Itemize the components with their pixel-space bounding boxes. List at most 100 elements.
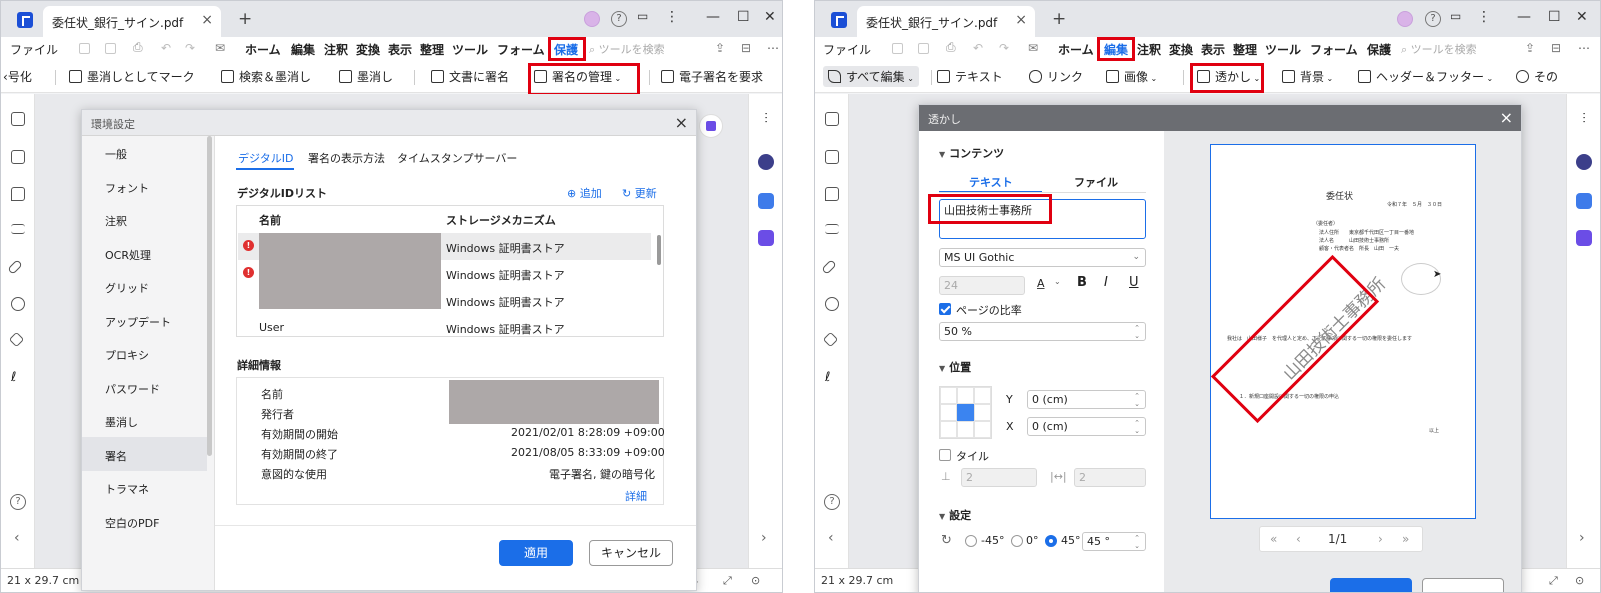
bold-icon[interactable]: B — [1077, 275, 1087, 290]
angle-input[interactable]: 45 ° ⌃ ⌄ — [1082, 532, 1146, 551]
nav-update[interactable]: アップデート — [105, 314, 171, 330]
nav-redaction[interactable]: 墨消し — [105, 414, 138, 430]
tile-checkbox[interactable] — [939, 449, 951, 461]
position-cell[interactable] — [957, 387, 974, 404]
menu-comment[interactable]: 注釈 — [324, 41, 348, 58]
redo-icon[interactable]: ↷ — [185, 41, 195, 55]
nav-annotation[interactable]: 注釈 — [105, 213, 127, 229]
search-icon[interactable] — [825, 297, 839, 311]
translate-icon[interactable] — [758, 193, 774, 209]
avatar[interactable] — [1397, 11, 1413, 27]
menu-edit[interactable]: 編集 — [1104, 41, 1128, 58]
stepper-icon[interactable]: ⌃ ⌄ — [1134, 392, 1140, 408]
close-tab-icon[interactable]: × — [1015, 12, 1027, 28]
position-cell[interactable] — [940, 421, 957, 438]
italic-icon[interactable]: I — [1104, 275, 1108, 290]
angle-radio-minus45[interactable] — [965, 535, 977, 547]
print-icon[interactable]: ⎙ — [946, 40, 956, 55]
position-cell-selected[interactable] — [957, 404, 974, 421]
page-ratio-input[interactable]: 50 % ⌃ ⌄ — [939, 322, 1146, 341]
comment-icon[interactable] — [11, 187, 25, 201]
table-row[interactable]: Windows 証明書ストア — [446, 267, 565, 283]
stepper-icon[interactable]: ⌃ ⌄ — [1134, 419, 1140, 435]
help-icon[interactable]: ? — [1425, 11, 1441, 27]
tool-watermark[interactable]: 透かし ⌄ — [1197, 68, 1260, 85]
bookmark-icon[interactable] — [825, 150, 839, 164]
tab-signature-appearance[interactable]: 署名の表示方法 — [308, 150, 385, 166]
tool-edit-all[interactable]: すべて編集 ⌄ — [823, 66, 919, 87]
fit-page-icon[interactable]: ⤢ — [1549, 574, 1558, 588]
expand-right-icon[interactable]: › — [1579, 530, 1585, 546]
feedback-icon[interactable]: ▭ — [1450, 9, 1461, 23]
tool-link[interactable]: リンク — [1029, 68, 1083, 85]
expand-icon[interactable]: ⊟ — [1551, 41, 1561, 55]
signature-icon[interactable]: ℓ — [11, 370, 25, 385]
menu-view[interactable]: 表示 — [388, 41, 412, 58]
new-tab-icon[interactable]: + — [1052, 9, 1066, 29]
watermark-text-input[interactable]: 山田技術士事務所 — [939, 199, 1146, 239]
tab-digital-id[interactable]: デジタルID — [238, 150, 294, 166]
new-icon[interactable] — [892, 43, 903, 54]
font-select[interactable]: MS UI Gothic ⌄ — [939, 248, 1146, 267]
details-link[interactable]: 詳細 — [625, 488, 647, 504]
properties-icon[interactable]: ⫶ — [1576, 111, 1592, 127]
tool-search-input[interactable]: ⌕ ツールを検索 — [589, 41, 665, 57]
menu-form[interactable]: フォーム — [497, 41, 545, 58]
more-icon[interactable]: ⋯ — [767, 41, 779, 55]
font-size-select[interactable]: 24 — [939, 276, 1025, 295]
menu-file[interactable]: ファイル — [10, 41, 58, 58]
help-icon[interactable]: ? — [611, 11, 627, 27]
position-cell[interactable] — [940, 387, 957, 404]
maximize-icon[interactable]: ☐ — [737, 9, 750, 25]
close-tab-icon[interactable]: × — [201, 12, 213, 28]
cancel-button[interactable]: キャンセル — [589, 540, 673, 566]
ai-assistant-icon[interactable] — [758, 154, 774, 170]
menu-organize[interactable]: 整理 — [420, 41, 444, 58]
stepper-icon[interactable]: ⌃ ⌄ — [1134, 534, 1140, 550]
tool-text[interactable]: テキスト — [937, 68, 1003, 85]
tool-mark-redaction[interactable]: 墨消しとしてマーク — [69, 68, 195, 85]
scroll-down-icon[interactable]: ⊙ — [751, 574, 760, 587]
collapse-left-icon[interactable]: ‹ — [828, 530, 834, 546]
menu-comment[interactable]: 注釈 — [1137, 41, 1161, 58]
tool-header-footer[interactable]: ヘッダー＆フッター ⌄ — [1358, 68, 1493, 85]
tool-encrypt[interactable]: ‹号化 — [3, 68, 32, 85]
save-icon[interactable] — [918, 43, 929, 54]
nav-proxy[interactable]: プロキシ — [105, 347, 149, 363]
tab-text[interactable]: テキスト — [969, 174, 1013, 190]
prev-page-icon[interactable]: ‹ — [1296, 532, 1301, 546]
tool-background[interactable]: 背景 ⌄ — [1282, 68, 1333, 85]
refresh-button[interactable]: ↻ 更新 — [622, 185, 657, 201]
nav-general[interactable]: 一般 — [105, 146, 127, 162]
tool-image[interactable]: 画像 ⌄ — [1106, 68, 1157, 85]
menu-edit[interactable]: 編集 — [291, 41, 315, 58]
maximize-icon[interactable]: ☐ — [1548, 9, 1561, 25]
print-icon[interactable]: ⎙ — [133, 40, 143, 55]
nav-blank-pdf[interactable]: 空白のPDF — [105, 515, 159, 531]
color-dropdown-icon[interactable]: ⌄ — [1054, 277, 1061, 286]
tool-manage-signatures[interactable]: 署名の管理 ⌄ — [534, 68, 621, 85]
apply-button[interactable] — [1330, 578, 1412, 592]
menu-file[interactable]: ファイル — [823, 41, 871, 58]
position-cell[interactable] — [974, 404, 991, 421]
redo-icon[interactable]: ↷ — [999, 41, 1009, 55]
new-icon[interactable] — [79, 43, 90, 54]
close-dialog-icon[interactable]: × — [675, 113, 688, 132]
tasks-icon[interactable] — [758, 230, 774, 246]
comment-icon[interactable] — [825, 187, 839, 201]
signature-icon[interactable]: ℓ — [825, 370, 839, 385]
tool-redact[interactable]: 墨消し — [339, 68, 393, 85]
nav-trademark[interactable]: トラマネ — [105, 481, 149, 497]
settings-section-toggle[interactable]: ▼ 設定 — [939, 507, 971, 523]
avatar[interactable] — [584, 11, 600, 27]
angle-radio-45[interactable] — [1045, 535, 1057, 547]
table-row[interactable]: Windows 証明書ストア — [446, 294, 565, 310]
tool-search-input[interactable]: ⌕ ツールを検索 — [1401, 41, 1477, 57]
nav-ocr[interactable]: OCR処理 — [105, 247, 151, 263]
underline-icon[interactable]: U — [1129, 275, 1139, 290]
position-cell[interactable] — [957, 421, 974, 438]
text-color-icon[interactable]: A — [1037, 277, 1045, 290]
tile-vertical-input[interactable]: 2 — [961, 468, 1037, 487]
menu-view[interactable]: 表示 — [1201, 41, 1225, 58]
document-tab[interactable]: 委任状_銀行_サイン.pdf × — [43, 6, 221, 37]
